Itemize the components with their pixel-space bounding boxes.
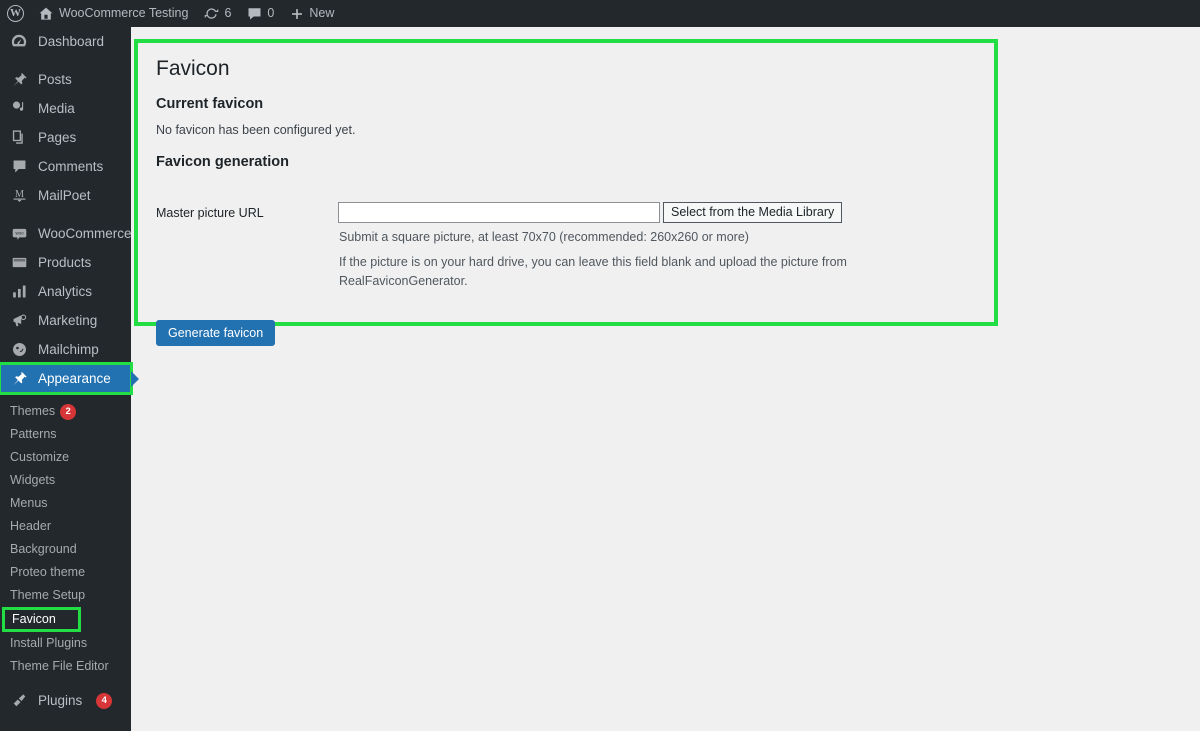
sidebar-item-label: Mailchimp [38,342,99,357]
analytics-icon [9,282,29,302]
favicon-settings-panel: Favicon Current favicon No favicon has b… [134,39,998,347]
appearance-icon [9,369,29,389]
site-name-label: WooCommerce Testing [59,6,189,20]
new-label: New [309,6,335,20]
sidebar-item-label: Marketing [38,313,98,328]
admin-sidebar: Dashboard Posts Media Pages Comments M M… [0,27,139,731]
comments-button[interactable]: 0 [239,0,282,27]
submenu-item-themes[interactable]: Themes 2 [0,400,131,423]
sidebar-item-mailchimp[interactable]: Mailchimp [0,335,131,364]
generate-favicon-button[interactable]: Generate favicon [156,320,276,347]
appearance-submenu: Themes 2 Patterns Customize Widgets Menus… [0,393,131,686]
wp-logo-button[interactable]: W [0,0,30,27]
sidebar-item-label: Comments [38,159,104,174]
submenu-item-widgets[interactable]: Widgets [0,469,131,492]
sidebar-item-plugins[interactable]: Plugins 4 [0,686,131,715]
sidebar-item-label: Products [38,255,92,270]
submenu-item-theme-setup[interactable]: Theme Setup [0,584,131,607]
sidebar-item-analytics[interactable]: Analytics [0,277,131,306]
submenu-item-theme-file-editor[interactable]: Theme File Editor [0,655,131,678]
woocommerce-icon: woo [9,224,29,244]
comment-bubble-icon [247,6,262,21]
comments-count: 0 [267,6,275,20]
comment-icon [9,157,29,177]
updates-button[interactable]: 6 [196,0,239,27]
select-from-media-library-button[interactable]: Select from the Media Library [663,202,843,224]
sidebar-item-comments[interactable]: Comments [0,152,131,181]
current-favicon-heading: Current favicon [156,96,264,113]
sidebar-item-label: Dashboard [38,34,105,49]
submenu-label: Themes [10,404,56,418]
plus-icon [290,7,304,21]
sidebar-item-mailpoet[interactable]: M MailPoet [0,181,131,210]
home-icon [38,6,54,22]
sidebar-item-woocommerce[interactable]: woo WooCommerce [0,219,132,248]
sidebar-item-label: Appearance [38,371,111,386]
sidebar-item-label: Pages [38,130,77,145]
sidebar-item-label: Analytics [38,284,93,299]
marketing-icon [9,311,29,331]
site-name-button[interactable]: WooCommerce Testing [30,0,196,27]
submenu-item-menus[interactable]: Menus [0,492,131,515]
products-icon [9,253,29,273]
submenu-item-install-plugins[interactable]: Install Plugins [0,632,131,655]
themes-update-badge: 2 [60,403,77,420]
submenu-item-proteo-theme[interactable]: Proteo theme [0,561,131,584]
submenu-item-background[interactable]: Background [0,538,131,561]
sidebar-item-media[interactable]: Media [0,94,131,123]
master-picture-label: Master picture URL [156,206,264,221]
content-area: Favicon Current favicon No favicon has b… [131,27,1200,731]
submenu-item-customize[interactable]: Customize [0,446,131,469]
dashboard-icon [9,32,29,52]
page-title: Favicon [156,57,230,80]
submenu-item-header[interactable]: Header [0,515,131,538]
sidebar-item-label: Posts [38,72,72,87]
master-picture-help-line-1: Submit a square picture, at least 70x70 … [339,230,749,245]
sidebar-item-label: Plugins [38,693,83,708]
master-picture-url-input[interactable] [338,202,660,224]
current-favicon-status: No favicon has been configured yet. [156,123,356,138]
mailpoet-icon: M [9,186,29,206]
media-icon [9,99,29,119]
wordpress-logo-icon: W [7,5,24,22]
update-icon [204,6,219,21]
sidebar-item-label: WooCommerce [38,226,132,241]
plugins-icon [9,691,29,711]
sidebar-item-pages[interactable]: Pages [0,123,131,152]
current-menu-arrow [131,370,139,387]
pages-icon [9,128,29,148]
sidebar-item-products[interactable]: Products [0,248,131,277]
updates-count: 6 [224,6,232,20]
new-content-button[interactable]: New [282,0,342,27]
master-picture-row: Master picture URL Select from the Media… [156,202,978,291]
sidebar-item-marketing[interactable]: Marketing [0,306,131,335]
sidebar-item-posts[interactable]: Posts [0,65,131,94]
master-picture-help-line-2: If the picture is on your hard drive, yo… [339,254,847,289]
plugins-update-badge: 4 [96,692,113,709]
pin-icon [9,70,29,90]
submenu-item-patterns[interactable]: Patterns [0,423,131,446]
submenu-item-favicon[interactable]: Favicon [2,607,81,632]
mailchimp-icon [9,340,29,360]
sidebar-item-label: MailPoet [38,188,91,203]
admin-bar: W WooCommerce Testing 6 0 New [0,0,1200,27]
sidebar-item-label: Media [38,101,75,116]
favicon-generation-heading: Favicon generation [156,154,289,171]
sidebar-item-dashboard[interactable]: Dashboard [0,27,131,56]
sidebar-item-appearance[interactable]: Appearance [0,362,139,395]
svg-text:woo: woo [15,231,24,236]
